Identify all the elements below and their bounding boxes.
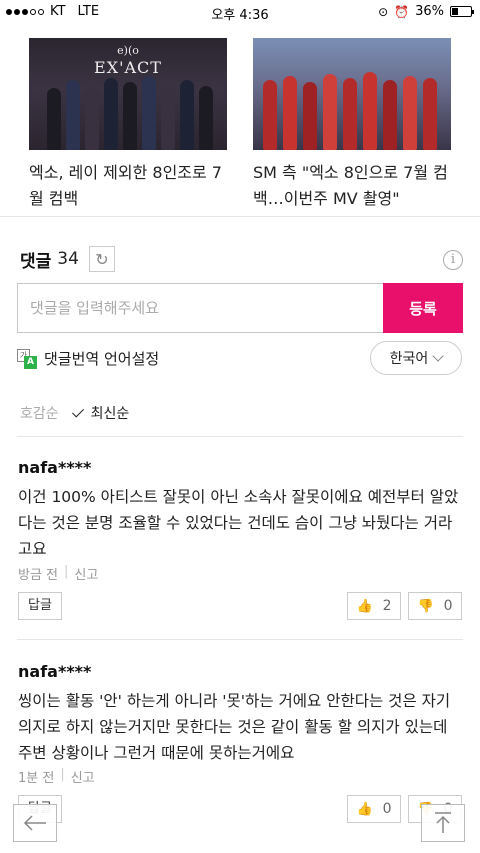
image-logo: EX'ACT xyxy=(94,58,162,77)
news-title[interactable]: SM 측 "엑소 8인으로 7월 컴백…이번주 MV 촬영" xyxy=(253,160,451,212)
language-value: 한국어 xyxy=(389,351,429,367)
photo-figure xyxy=(66,80,80,150)
comment-text: 씽이는 활동 '안' 하는게 아니라 '못'하는 거에요 안한다는 것은 자기 … xyxy=(18,692,451,762)
image-logo-small: e)(o xyxy=(117,44,139,57)
dislike-button[interactable]: 👎 0 xyxy=(408,592,462,620)
photo-figure xyxy=(423,78,437,150)
submit-button[interactable]: 등록 xyxy=(383,283,463,333)
comments-title: 댓글 xyxy=(20,251,52,272)
comment-meta: 방금 전 | 신고 xyxy=(18,564,99,583)
photo-figure xyxy=(343,78,357,150)
sort-by-likes[interactable]: 호감순 xyxy=(20,403,59,423)
photo-figure xyxy=(403,76,417,150)
comments-count: 34 xyxy=(57,249,79,269)
thumbs-up-icon: 👍 xyxy=(356,598,373,614)
divider xyxy=(17,639,463,640)
sort-options: 호감순 최신순 xyxy=(20,403,129,423)
reply-button[interactable]: 답글 xyxy=(18,592,62,620)
back-arrow-icon xyxy=(23,815,46,831)
report-link[interactable]: 신고 xyxy=(71,767,95,786)
comment-form: 등록 xyxy=(17,283,463,333)
translate-setting[interactable]: 가 A 댓글번역 언어설정 xyxy=(17,348,159,369)
news-thumbnail[interactable]: e)(o EX'ACT xyxy=(29,38,227,150)
language-select[interactable]: 한국어 xyxy=(370,341,462,375)
status-bar: KT LTE 오후 4:36 ⊙ ⏰ 36% xyxy=(0,0,480,24)
news-title[interactable]: 엑소, 레이 제외한 8인조로 7월 컴백 xyxy=(29,160,227,212)
sort-by-newest[interactable]: 최신순 xyxy=(91,403,130,423)
report-link[interactable]: 신고 xyxy=(74,564,98,583)
status-right: ⊙ ⏰ 36% xyxy=(378,4,474,19)
refresh-button[interactable]: ↻ xyxy=(88,246,115,272)
comment-input[interactable] xyxy=(17,283,383,333)
check-icon xyxy=(71,404,84,418)
comments-header: 댓글 34 ↻ xyxy=(20,246,115,272)
scroll-top-button[interactable] xyxy=(421,804,465,842)
photo-figure xyxy=(142,76,156,150)
translate-label: 댓글번역 언어설정 xyxy=(44,350,160,368)
photo-figure xyxy=(323,74,337,150)
thumbs-up-icon: 👍 xyxy=(356,801,373,817)
comment-time: 1분 전 xyxy=(18,771,55,786)
like-count: 2 xyxy=(382,598,392,614)
info-icon[interactable]: i xyxy=(443,250,463,270)
comment-time: 방금 전 xyxy=(18,568,59,583)
rotation-lock-icon: ⊙ xyxy=(378,4,389,19)
photo-figure xyxy=(363,72,377,150)
comment-author: nafa**** xyxy=(18,662,92,681)
photo-figure xyxy=(161,84,175,150)
related-news: e)(o EX'ACT 엑소, 레이 제외한 8인조로 7월 컴백 SM 측 "… xyxy=(0,38,480,216)
translate-icon: 가 A xyxy=(17,348,37,369)
alarm-icon: ⏰ xyxy=(394,4,410,19)
comment-author: nafa**** xyxy=(18,458,92,477)
photo-figure xyxy=(180,80,194,150)
divider xyxy=(17,436,463,437)
dislike-count: 0 xyxy=(443,598,453,614)
photo-figure xyxy=(283,76,297,150)
news-card[interactable]: e)(o EX'ACT 엑소, 레이 제외한 8인조로 7월 컴백 xyxy=(29,38,227,212)
photo-figure xyxy=(263,80,277,150)
photo-figure xyxy=(123,82,137,150)
section-divider xyxy=(0,216,480,217)
comment-text: 이건 100% 아티스트 잘못이 아닌 소속사 잘못이에요 예전부터 알았다는 … xyxy=(18,488,459,558)
photo-figure xyxy=(303,82,317,150)
refresh-icon: ↻ xyxy=(95,249,109,269)
scroll-top-icon xyxy=(435,812,451,833)
news-thumbnail[interactable] xyxy=(253,38,451,150)
comment-meta: 1분 전 | 신고 xyxy=(18,767,95,786)
news-card[interactable]: SM 측 "엑소 8인으로 7월 컴백…이번주 MV 촬영" xyxy=(253,38,451,212)
back-button[interactable] xyxy=(13,804,57,842)
like-count: 0 xyxy=(382,801,392,817)
photo-figure xyxy=(383,80,397,150)
like-button[interactable]: 👍 0 xyxy=(347,795,401,823)
photo-figure xyxy=(104,78,118,150)
like-button[interactable]: 👍 2 xyxy=(347,592,401,620)
chevron-down-icon xyxy=(432,349,444,362)
battery-percent: 36% xyxy=(415,4,444,19)
photo-figure xyxy=(199,86,213,150)
battery-icon xyxy=(450,6,474,17)
photo-figure xyxy=(47,88,61,150)
thumbs-down-icon: 👎 xyxy=(417,598,434,614)
photo-figure xyxy=(85,84,99,150)
